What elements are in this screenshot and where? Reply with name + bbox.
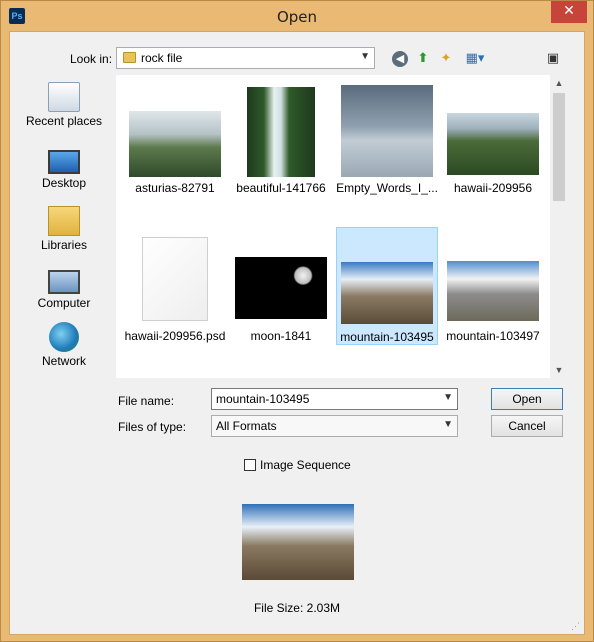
files-of-type-value: All Formats bbox=[216, 419, 277, 433]
up-folder-icon[interactable]: ⬆ bbox=[415, 50, 431, 68]
open-button[interactable]: Open bbox=[491, 388, 563, 410]
window-title: Open bbox=[276, 8, 318, 26]
look-in-label: Look in: bbox=[70, 52, 113, 66]
image-sequence-label[interactable]: Image Sequence bbox=[260, 458, 351, 472]
folder-settings-icon[interactable]: ▣ bbox=[545, 50, 561, 68]
scroll-up-icon[interactable]: ▲ bbox=[550, 75, 568, 91]
file-tile-asturias[interactable]: asturias-82791 bbox=[124, 79, 226, 197]
open-dialog-window: Ps Open ✕ Look in: rock file ▼ ◀ ⬆ ✦ ▦▾ … bbox=[0, 0, 594, 642]
places-bar: Recent places Desktop Libraries Computer… bbox=[14, 74, 114, 432]
file-list[interactable]: asturias-82791 beautiful-141766 Empty_Wo… bbox=[116, 75, 568, 378]
thumbnail-image bbox=[447, 261, 539, 321]
desktop-icon bbox=[48, 150, 80, 174]
preview-thumbnail bbox=[242, 504, 354, 580]
file-name: asturias-82791 bbox=[135, 181, 215, 195]
file-tile-beautiful[interactable]: beautiful-141766 bbox=[230, 79, 332, 197]
dialog-body: Look in: rock file ▼ ◀ ⬆ ✦ ▦▾ ▣ Recent p… bbox=[9, 31, 585, 635]
place-network[interactable]: Network bbox=[14, 322, 114, 368]
image-sequence-checkbox[interactable] bbox=[244, 459, 256, 471]
file-tile-mountain-103497[interactable]: mountain-103497 bbox=[442, 227, 544, 345]
file-name: mountain-103497 bbox=[446, 329, 540, 343]
file-tile-moon[interactable]: moon-1841 bbox=[230, 227, 332, 345]
file-name: Empty_Words_I_... bbox=[336, 181, 438, 195]
file-name-field[interactable]: mountain-103495 ▼ bbox=[211, 388, 458, 410]
back-arrow-icon[interactable]: ◀ bbox=[392, 51, 408, 67]
file-name: mountain-103495 bbox=[340, 330, 434, 344]
look-in-value: rock file bbox=[141, 51, 183, 65]
file-name: moon-1841 bbox=[250, 329, 312, 343]
file-tile-mountain-103495[interactable]: mountain-103495 bbox=[336, 227, 438, 345]
title-bar[interactable]: Ps Open ✕ bbox=[1, 1, 593, 31]
look-in-dropdown[interactable]: rock file ▼ bbox=[116, 47, 375, 69]
chevron-down-icon[interactable]: ▼ bbox=[443, 392, 453, 403]
file-tile-hawaii-psd[interactable]: hawaii-209956.psd bbox=[124, 227, 226, 345]
resize-grip-icon[interactable]: ⋰ bbox=[571, 621, 580, 632]
place-label: Desktop bbox=[41, 176, 87, 190]
thumbnail-image bbox=[341, 85, 433, 177]
place-label: Recent places bbox=[25, 114, 103, 128]
place-label: Libraries bbox=[40, 238, 88, 252]
recent-places-icon bbox=[48, 82, 80, 112]
place-desktop[interactable]: Desktop bbox=[14, 146, 114, 190]
libraries-icon bbox=[48, 206, 80, 236]
file-name: hawaii-209956 bbox=[453, 181, 533, 195]
close-icon: ✕ bbox=[563, 3, 575, 19]
scrollbar-thumb[interactable] bbox=[553, 93, 565, 201]
file-tile-hawaii[interactable]: hawaii-209956 bbox=[442, 79, 544, 197]
folder-icon bbox=[123, 52, 136, 63]
thumbnail-image bbox=[447, 113, 539, 175]
cancel-button[interactable]: Cancel bbox=[491, 415, 563, 437]
thumbnail-image bbox=[129, 111, 221, 177]
new-folder-icon[interactable]: ✦ bbox=[438, 50, 454, 68]
file-tile-empty-words[interactable]: Empty_Words_I_... bbox=[336, 79, 438, 197]
place-label: Network bbox=[41, 354, 86, 368]
scroll-down-icon[interactable]: ▼ bbox=[550, 362, 568, 378]
document-icon bbox=[142, 237, 208, 321]
vertical-scrollbar[interactable]: ▲ ▼ bbox=[550, 75, 568, 378]
thumbnail-image bbox=[235, 257, 327, 319]
files-of-type-label: Files of type: bbox=[118, 420, 187, 434]
chevron-down-icon: ▼ bbox=[443, 419, 453, 430]
place-recent-places[interactable]: Recent places bbox=[14, 82, 114, 128]
file-name-label: File name: bbox=[118, 394, 175, 408]
place-libraries[interactable]: Libraries bbox=[14, 206, 114, 252]
file-name: beautiful-141766 bbox=[236, 181, 326, 195]
file-name-value: mountain-103495 bbox=[216, 392, 310, 406]
file-name: hawaii-209956.psd bbox=[124, 329, 226, 343]
thumbnail-image bbox=[341, 262, 433, 324]
computer-icon bbox=[48, 270, 80, 294]
chevron-down-icon: ▼ bbox=[360, 51, 370, 62]
view-menu-icon[interactable]: ▦▾ bbox=[461, 50, 489, 68]
close-button[interactable]: ✕ bbox=[551, 1, 587, 23]
thumbnail-image bbox=[247, 87, 315, 177]
place-computer[interactable]: Computer bbox=[14, 266, 114, 310]
files-of-type-dropdown[interactable]: All Formats ▼ bbox=[211, 415, 458, 437]
file-size-text: File Size: 2.03M bbox=[253, 601, 341, 615]
network-icon bbox=[49, 322, 79, 352]
place-label: Computer bbox=[37, 296, 91, 310]
